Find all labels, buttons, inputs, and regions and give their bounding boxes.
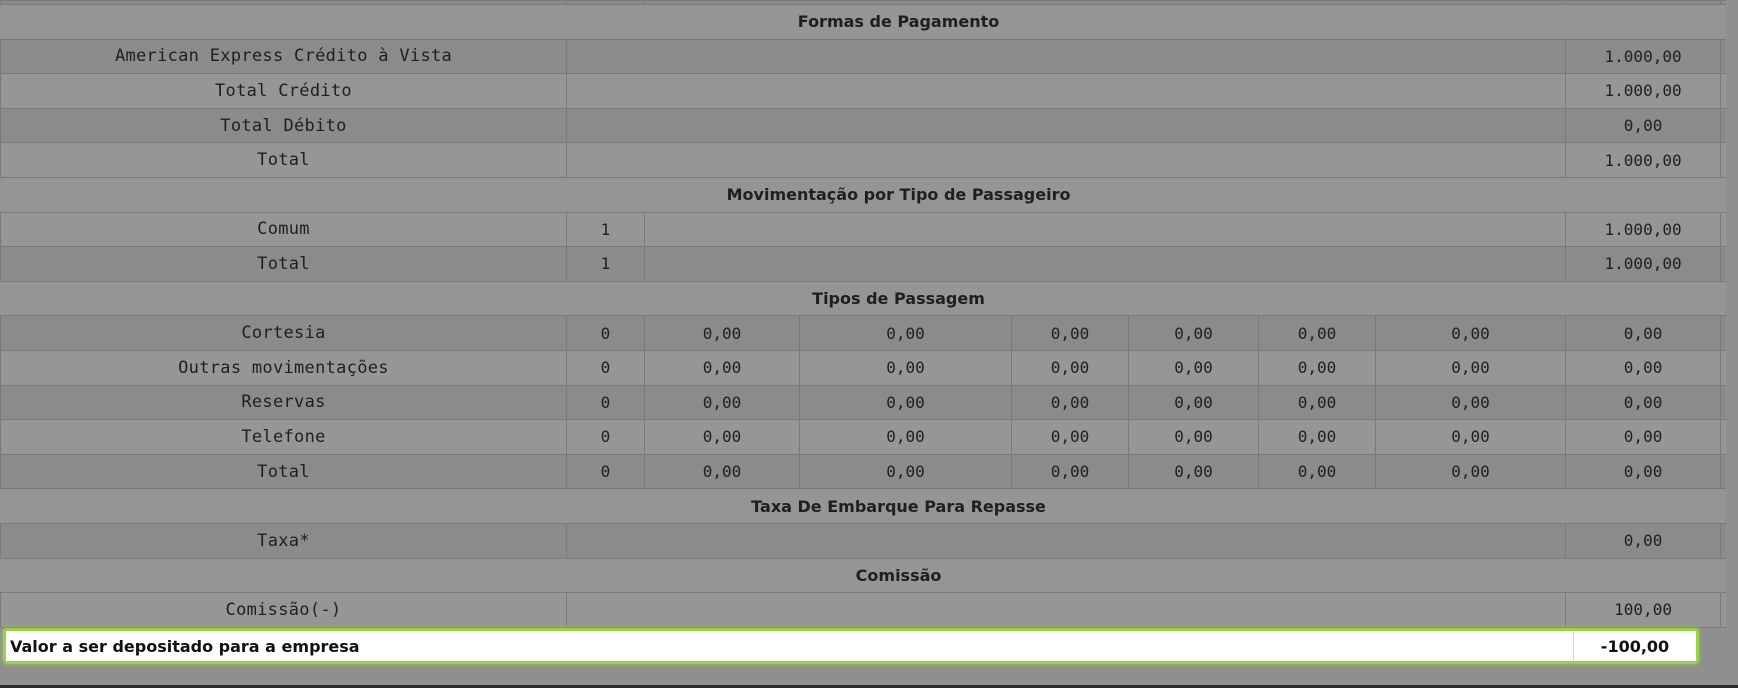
- section-title: Formas de Pagamento: [0, 4, 1738, 40]
- table-row: Total 0 0,00 0,00 0,00 0,00 0,00 0,00 0,…: [0, 453, 1738, 490]
- cell-value: 0,00: [1011, 384, 1129, 421]
- table-row: American Express Crédito à Vista 1.000,0…: [0, 38, 1738, 75]
- section-title: Taxa De Embarque Para Repasse: [0, 488, 1738, 524]
- row-label: Taxa*: [0, 522, 567, 559]
- scrollbar-gutter[interactable]: [1726, 0, 1738, 688]
- cell-value: 0,00: [1011, 315, 1129, 351]
- section-header-passagem: Tipos de Passagem: [0, 280, 1738, 317]
- cell-qty: 0: [566, 384, 645, 421]
- section-title: Movimentação por Tipo de Passageiro: [0, 176, 1738, 213]
- table-row: Total 1.000,00: [0, 142, 1738, 178]
- table-row: Comum 1 1.000,00: [0, 211, 1738, 248]
- row-label: Total: [0, 453, 567, 490]
- row-total: 0,00: [1565, 107, 1722, 144]
- row-total: 0,00: [1565, 522, 1722, 559]
- cell-value: 0,00: [1128, 419, 1259, 455]
- cell-qty: 0: [566, 419, 645, 455]
- cell-value: 0,00: [644, 419, 800, 455]
- cell-value: 0,00: [1374, 419, 1567, 455]
- cell-value: 0,00: [1011, 453, 1129, 490]
- cell-value: 0,00: [644, 453, 800, 490]
- row-total: 1.000,00: [1565, 211, 1722, 248]
- row-label: Comissão(-): [0, 592, 567, 628]
- table-row: Total Crédito 1.000,00: [0, 73, 1738, 109]
- cell-value: 0,00: [1374, 315, 1567, 351]
- cell-value: 0,00: [644, 349, 800, 386]
- row-total: 1.000,00: [1565, 142, 1722, 178]
- row-label: Telefone: [0, 419, 567, 455]
- cell-value: 0,00: [1374, 384, 1567, 421]
- table-row: Outras movimentações 0 0,00 0,00 0,00 0,…: [0, 349, 1738, 386]
- cell-value: 0,00: [1258, 453, 1376, 490]
- row-total: 1.000,00: [1565, 38, 1722, 75]
- row-label: Cortesia: [0, 315, 567, 351]
- cell-qty: 0: [566, 453, 645, 490]
- table-row: Comissão(-) 100,00: [0, 592, 1738, 628]
- row-label: Total Crédito: [0, 73, 567, 109]
- row-label: Reservas: [0, 384, 567, 421]
- cell-value: 0,00: [1258, 349, 1376, 386]
- row-label: Total: [0, 142, 567, 178]
- section-title: Comissão: [0, 557, 1738, 594]
- cell-value: 0,00: [1128, 315, 1259, 351]
- section-header-comissao: Comissão: [0, 557, 1738, 594]
- cell-value: 0,00: [799, 315, 1012, 351]
- cell-value: 0,00: [1128, 349, 1259, 386]
- section-header-passageiro: Movimentação por Tipo de Passageiro: [0, 176, 1738, 213]
- cell-value: 0,00: [799, 419, 1012, 455]
- cell-value: 0,00: [1258, 315, 1376, 351]
- row-total: 0,00: [1565, 453, 1722, 490]
- row-total: 0,00: [1565, 349, 1722, 386]
- row-total: 0,00: [1565, 419, 1722, 455]
- row-qty: 1: [566, 211, 645, 248]
- cell-value: 0,00: [1258, 384, 1376, 421]
- table-row: Taxa* 0,00: [0, 522, 1738, 559]
- section-header-pagamento: Formas de Pagamento: [0, 4, 1738, 40]
- cell-value: 0,00: [1128, 384, 1259, 421]
- deposit-label: Valor a ser depositado para a empresa: [10, 637, 360, 656]
- cell-value: 0,00: [1011, 419, 1129, 455]
- row-label: Comum: [0, 211, 567, 248]
- cell-value: 0,00: [799, 453, 1012, 490]
- cell-value: 0,00: [1374, 453, 1567, 490]
- cell-value: 0,00: [1011, 349, 1129, 386]
- section-title: Tipos de Passagem: [0, 280, 1738, 317]
- table-row: Cortesia 0 0,00 0,00 0,00 0,00 0,00 0,00…: [0, 315, 1738, 351]
- cell-qty: 0: [566, 315, 645, 351]
- cell-value: 0,00: [799, 349, 1012, 386]
- report-table: Formas de Pagamento American Express Cré…: [0, 0, 1738, 628]
- deposit-row-highlighted[interactable]: Valor a ser depositado para a empresa -1…: [3, 628, 1699, 664]
- row-total: 100,00: [1565, 592, 1722, 628]
- deposit-value: -100,00: [1600, 637, 1670, 656]
- row-label: Outras movimentações: [0, 349, 567, 386]
- row-total: 0,00: [1565, 384, 1722, 421]
- cell-qty: 0: [566, 349, 645, 386]
- cell-value: 0,00: [644, 315, 800, 351]
- row-label: Total Débito: [0, 107, 567, 144]
- section-header-taxa: Taxa De Embarque Para Repasse: [0, 488, 1738, 524]
- table-row: Telefone 0 0,00 0,00 0,00 0,00 0,00 0,00…: [0, 419, 1738, 455]
- cell-value: 0,00: [644, 384, 800, 421]
- row-total: 0,00: [1565, 315, 1722, 351]
- table-row: Reservas 0 0,00 0,00 0,00 0,00 0,00 0,00…: [0, 384, 1738, 421]
- row-label: Total: [0, 246, 567, 282]
- cell-value: 0,00: [799, 384, 1012, 421]
- cell-value: 0,00: [1374, 349, 1567, 386]
- table-row: Total Débito 0,00: [0, 107, 1738, 144]
- row-total: 1.000,00: [1565, 246, 1722, 282]
- row-label: American Express Crédito à Vista: [0, 38, 567, 75]
- row-qty: 1: [566, 246, 645, 282]
- cell-value: 0,00: [1128, 453, 1259, 490]
- table-row: Total 1 1.000,00: [0, 246, 1738, 282]
- row-total: 1.000,00: [1565, 73, 1722, 109]
- cell-value: 0,00: [1258, 419, 1376, 455]
